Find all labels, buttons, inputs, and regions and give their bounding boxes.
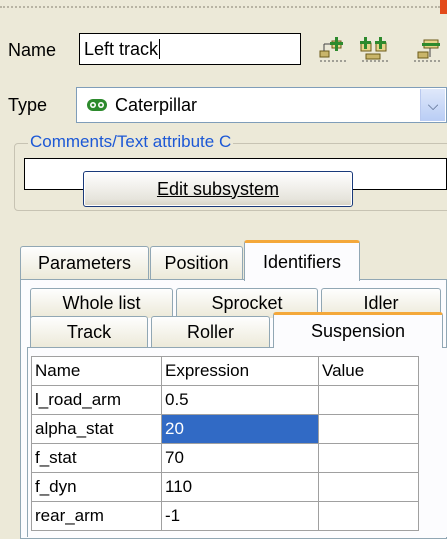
add-child-button[interactable] bbox=[316, 35, 350, 65]
cell-expression-selected[interactable]: 20 bbox=[161, 414, 319, 444]
table-header-row: Name Expression Value bbox=[31, 356, 419, 386]
cell-value[interactable] bbox=[318, 385, 419, 415]
name-label: Name bbox=[8, 40, 57, 60]
cell-expression[interactable]: -1 bbox=[161, 501, 319, 531]
tab-position[interactable]: Position bbox=[150, 246, 243, 280]
type-label: Type bbox=[8, 95, 48, 115]
edit-subsystem-button[interactable]: Edit subsystem bbox=[83, 171, 353, 207]
caterpillar-icon bbox=[87, 99, 107, 111]
header-value[interactable]: Value bbox=[318, 356, 419, 386]
type-select-value: Caterpillar bbox=[115, 95, 198, 115]
table-row[interactable]: f_stat 70 bbox=[31, 443, 419, 473]
comments-title: Comments/Text attribute C bbox=[28, 132, 234, 152]
cell-expression[interactable]: 70 bbox=[161, 443, 319, 473]
subtab-whole-list[interactable]: Whole list bbox=[30, 288, 173, 318]
name-input[interactable]: Left track bbox=[79, 33, 301, 65]
cell-name[interactable]: alpha_stat bbox=[31, 414, 162, 444]
cell-value[interactable] bbox=[318, 501, 419, 531]
cell-value[interactable] bbox=[318, 443, 419, 473]
subtab-roller[interactable]: Roller bbox=[151, 316, 270, 348]
name-input-value: Left track bbox=[84, 38, 159, 59]
subtab-track[interactable]: Track bbox=[30, 316, 148, 348]
type-select[interactable]: Caterpillar ⌵ bbox=[76, 87, 447, 123]
remove-button[interactable] bbox=[407, 35, 447, 65]
edge-marker bbox=[440, 0, 447, 14]
table-row[interactable]: l_road_arm 0.5 bbox=[31, 385, 419, 415]
text-cursor bbox=[159, 39, 161, 59]
cell-name[interactable]: l_road_arm bbox=[31, 385, 162, 415]
add-child-icon bbox=[319, 37, 346, 62]
table-row[interactable]: rear_arm -1 bbox=[31, 501, 419, 531]
cell-expression[interactable]: 0.5 bbox=[161, 385, 319, 415]
header-expression[interactable]: Expression bbox=[161, 356, 319, 386]
table-row[interactable]: alpha_stat 20 bbox=[31, 414, 419, 444]
chevron-down-icon[interactable]: ⌵ bbox=[420, 89, 445, 121]
cell-name[interactable]: f_stat bbox=[31, 443, 162, 473]
cell-name[interactable]: f_dyn bbox=[31, 472, 162, 502]
table-row[interactable]: f_dyn 110 bbox=[31, 472, 419, 502]
header-name[interactable]: Name bbox=[31, 356, 162, 386]
cell-expression[interactable]: 110 bbox=[161, 472, 319, 502]
cell-value[interactable] bbox=[318, 472, 419, 502]
add-sibling-button[interactable] bbox=[358, 35, 392, 65]
parameters-table: Name Expression Value l_road_arm 0.5 alp… bbox=[31, 356, 419, 531]
tab-identifiers[interactable]: Identifiers bbox=[244, 240, 360, 281]
cell-value[interactable] bbox=[318, 414, 419, 444]
add-sibling-icon bbox=[360, 37, 388, 62]
tab-parameters[interactable]: Parameters bbox=[20, 246, 149, 280]
cell-name[interactable]: rear_arm bbox=[31, 501, 162, 531]
top-dotted-separator bbox=[0, 6, 440, 8]
subtab-suspension[interactable]: Suspension bbox=[273, 312, 443, 348]
remove-icon bbox=[414, 39, 440, 62]
